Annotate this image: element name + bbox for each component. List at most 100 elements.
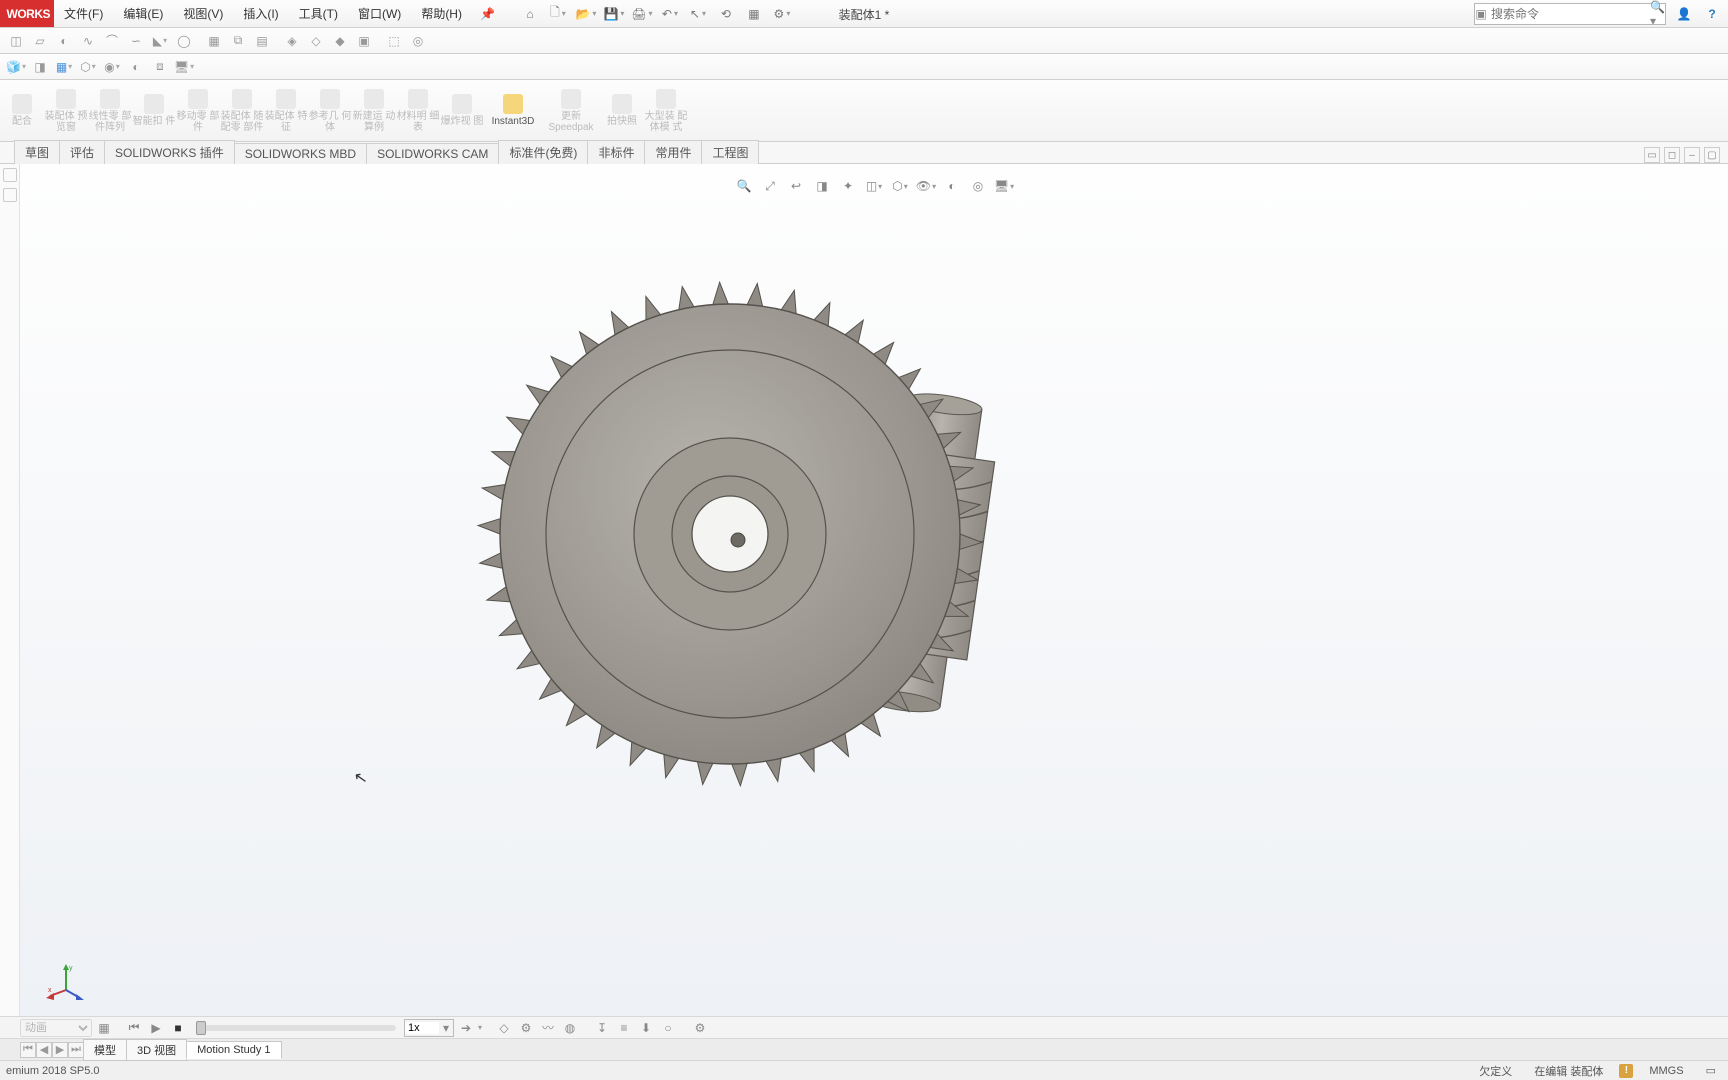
zoom-fit-icon[interactable]: 🔍 — [732, 176, 756, 196]
undo-icon[interactable]: ↶ — [657, 3, 683, 25]
status-extra-icon[interactable]: ▭ — [1700, 1064, 1722, 1077]
box-select-icon[interactable]: ▦ — [52, 56, 76, 78]
menu-tools[interactable]: 工具(T) — [289, 0, 348, 28]
tab-drawing[interactable]: 工程图 — [701, 140, 759, 164]
tab-sw-cam[interactable]: SOLIDWORKS CAM — [366, 143, 499, 164]
rebuild-icon[interactable]: ⟲ — [713, 3, 739, 25]
tab-evaluate[interactable]: 评估 — [59, 140, 105, 164]
search-input[interactable] — [1487, 7, 1650, 21]
tb-d4-icon[interactable]: ⬚ — [382, 30, 406, 52]
key-prop-icon[interactable]: ◇ — [494, 1019, 514, 1037]
tb-spline-icon[interactable]: ∽ — [124, 30, 148, 52]
result-icon[interactable]: ≡ — [614, 1019, 634, 1037]
tb-eval-icon[interactable]: ◈ — [280, 30, 304, 52]
orientation-triad[interactable]: y x — [46, 960, 86, 1000]
appearance-dd-icon[interactable]: 👁 — [914, 176, 938, 196]
graphics-viewport[interactable]: 🔍 ⤢ ↩ ◨ ✦ ◫ ⬡ 👁 ◐ ◎ 🖥 — [20, 164, 1728, 1016]
tb-d2-icon[interactable]: ◆ — [328, 30, 352, 52]
user-icon[interactable]: 👤 — [1674, 4, 1694, 24]
playback-slider[interactable] — [196, 1025, 396, 1031]
rib-preview[interactable]: 装配体 预览窗 — [44, 80, 88, 141]
view-orient-icon[interactable]: ⬡ — [76, 56, 100, 78]
gravity-icon[interactable]: ⬇ — [636, 1019, 656, 1037]
menu-edit[interactable]: 编辑(E) — [113, 0, 173, 28]
rib-bom[interactable]: 材料明 细表 — [396, 80, 440, 141]
rib-exploded-view[interactable]: 爆炸视 图 — [440, 80, 484, 141]
win-min-icon[interactable]: – — [1684, 147, 1700, 163]
rib-speedpak[interactable]: 更新 Speedpak — [542, 80, 600, 141]
section-icon[interactable]: ◨ — [28, 56, 52, 78]
hide-show-dd-icon[interactable]: ⬡ — [888, 176, 912, 196]
tb-d1-icon[interactable]: ◇ — [304, 30, 328, 52]
display-mode-icon[interactable]: 🖥 — [172, 56, 196, 78]
slider-thumb[interactable] — [196, 1021, 206, 1035]
tab-model[interactable]: 模型 — [83, 1039, 127, 1061]
tb-d3-icon[interactable]: ▣ — [352, 30, 376, 52]
dynamic-icon[interactable]: ✦ — [836, 176, 860, 196]
tab-prev-icon[interactable]: ◀ — [36, 1042, 52, 1058]
speed-input[interactable] — [405, 1022, 439, 1034]
open-icon[interactable]: 📂 — [573, 3, 599, 25]
playback-speed[interactable]: ▾ — [404, 1019, 454, 1037]
help-icon[interactable]: ? — [1702, 4, 1722, 24]
section-view-icon[interactable]: ◨ — [810, 176, 834, 196]
tb-sketch-icon[interactable]: ◫ — [4, 30, 28, 52]
speed-dropdown-icon[interactable]: ▾ — [439, 1021, 453, 1035]
win-max-icon[interactable]: ◻ — [1664, 147, 1680, 163]
rib-linear-pattern[interactable]: 线性零 部件阵列 — [88, 80, 132, 141]
scene-icon[interactable]: ◐ — [940, 176, 964, 196]
rib-smart-fastener[interactable]: 智能扣 件 — [132, 80, 176, 141]
fm-tab1-icon[interactable] — [3, 168, 17, 182]
motion-calc-icon[interactable]: ▦ — [94, 1019, 114, 1037]
options-icon[interactable]: ▦ — [741, 3, 767, 25]
tb-sweep-icon[interactable]: ∿ — [76, 30, 100, 52]
plot-icon[interactable]: ○ — [658, 1019, 678, 1037]
tb-chamfer-icon[interactable]: ◣ — [148, 30, 172, 52]
rib-mate-parts[interactable]: 装配体 随配零 部件 — [220, 80, 264, 141]
tab-common-parts[interactable]: 常用件 — [644, 140, 702, 164]
tab-sw-mbd[interactable]: SOLIDWORKS MBD — [234, 143, 367, 164]
rib-move-component[interactable]: 移动零 部件 — [176, 80, 220, 141]
pin-menu-icon[interactable]: 📌 — [472, 7, 503, 21]
menu-help[interactable]: 帮助(H) — [411, 0, 472, 28]
tab-std-parts[interactable]: 标准件(免费) — [498, 140, 588, 164]
menu-insert[interactable]: 插入(I) — [233, 0, 288, 28]
new-icon[interactable]: 🗋 — [545, 3, 571, 25]
tab-sw-addins[interactable]: SOLIDWORKS 插件 — [104, 140, 235, 164]
tab-3dview[interactable]: 3D 视图 — [126, 1039, 187, 1061]
prev-view-icon[interactable]: ↩ — [784, 176, 808, 196]
tb-surface-icon[interactable]: ◐ — [52, 30, 76, 52]
save-icon[interactable]: 💾 — [601, 3, 627, 25]
print-icon[interactable]: 🖨 — [629, 3, 655, 25]
win-tile-icon[interactable]: ▭ — [1644, 147, 1660, 163]
tab-motion-study-1[interactable]: Motion Study 1 — [186, 1041, 281, 1059]
rib-large-assembly[interactable]: 大型装 配体模 式 — [644, 80, 688, 141]
menu-view[interactable]: 视图(V) — [173, 0, 233, 28]
home-icon[interactable]: ⌂ — [517, 3, 543, 25]
force-icon[interactable]: ↧ — [592, 1019, 612, 1037]
show-hide-icon[interactable]: ◉ — [100, 56, 124, 78]
tab-last-icon[interactable]: ⏭ — [68, 1042, 84, 1058]
play-icon[interactable]: ▶ — [146, 1019, 166, 1037]
tb-d5-icon[interactable]: ◎ — [406, 30, 430, 52]
motor-icon[interactable]: ⚙ — [516, 1019, 536, 1037]
select-icon[interactable]: ↖ — [685, 3, 711, 25]
status-warning-icon[interactable]: ! — [1619, 1064, 1633, 1078]
view-settings-icon[interactable]: ◎ — [966, 176, 990, 196]
tb-ref-icon[interactable]: ▤ — [250, 30, 274, 52]
tb-hole-icon[interactable]: ◯ — [172, 30, 196, 52]
win-close-icon[interactable]: ▢ — [1704, 147, 1720, 163]
motion-mode-select[interactable]: 动画 — [20, 1019, 92, 1037]
play-start-icon[interactable]: ⏮ — [124, 1019, 144, 1037]
command-search[interactable]: ▣ 🔍▾ — [1474, 3, 1666, 25]
tb-draft-icon[interactable]: ▱ — [28, 30, 52, 52]
rib-snapshot[interactable]: 拍快照 — [600, 80, 644, 141]
zoom-area-icon[interactable]: ⤢ — [758, 176, 782, 196]
settings-icon[interactable]: ⚙ — [769, 3, 795, 25]
display-style-icon[interactable]: ◐ — [124, 56, 148, 78]
rib-new-motion[interactable]: 新建运 动算例 — [352, 80, 396, 141]
fm-tab2-icon[interactable] — [3, 188, 17, 202]
menu-file[interactable]: 文件(F) — [54, 0, 113, 28]
display-style-dd-icon[interactable]: ◫ — [862, 176, 886, 196]
rib-instant3d[interactable]: Instant3D — [484, 80, 542, 141]
